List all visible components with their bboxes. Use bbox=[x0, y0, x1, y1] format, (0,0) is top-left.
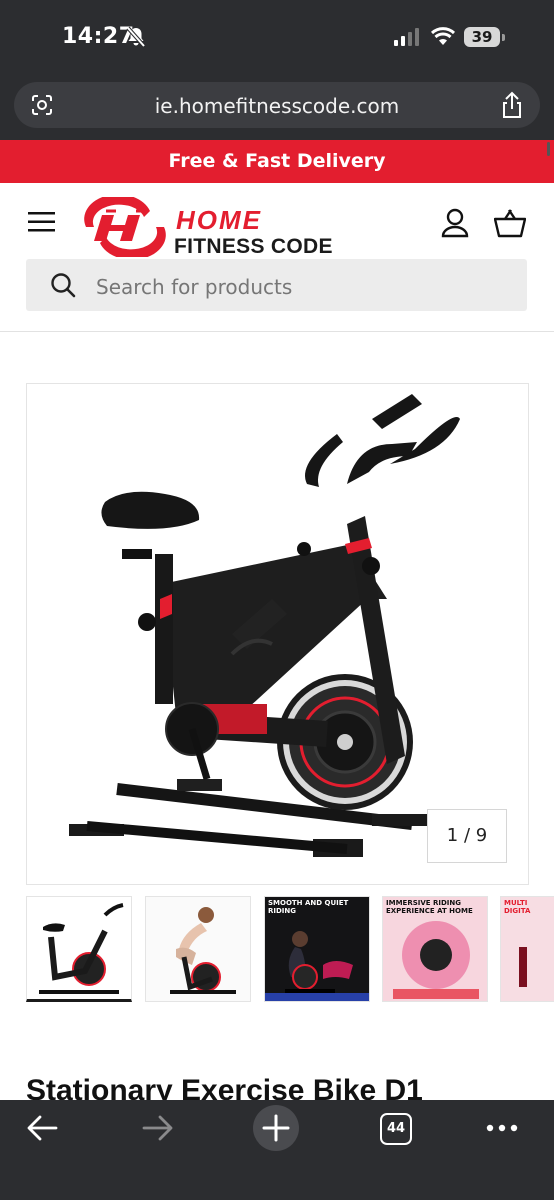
more-dots-icon[interactable] bbox=[486, 1124, 518, 1132]
hamburger-menu-icon[interactable] bbox=[28, 211, 56, 233]
thumbnail-1[interactable] bbox=[26, 896, 132, 1002]
site-logo[interactable]: HOME FITNESS CODE bbox=[80, 197, 350, 259]
logo-mark-icon bbox=[84, 197, 166, 257]
status-bar: 14:27 39 bbox=[0, 0, 554, 78]
bell-slash-icon bbox=[126, 26, 146, 48]
browser-toolbar: ie.homefitnesscode.com bbox=[0, 78, 554, 140]
image-counter: 1 / 9 bbox=[427, 809, 507, 863]
search-input[interactable]: Search for products bbox=[26, 259, 527, 311]
search-placeholder: Search for products bbox=[96, 275, 293, 299]
thumbnail-5[interactable]: MULTI DIGITA bbox=[500, 896, 554, 1002]
wifi-icon bbox=[430, 27, 456, 45]
url-text: ie.homefitnesscode.com bbox=[154, 94, 400, 118]
share-icon[interactable] bbox=[500, 91, 524, 119]
promo-banner: Free & Fast Delivery bbox=[0, 140, 554, 183]
back-arrow-icon[interactable] bbox=[26, 1114, 58, 1142]
logo-text-fitness-code: FITNESS CODE bbox=[174, 235, 333, 258]
account-icon[interactable] bbox=[440, 208, 470, 238]
thumbnail-2[interactable] bbox=[145, 896, 251, 1002]
logo-text-home: HOME bbox=[176, 205, 262, 235]
address-bar[interactable]: ie.homefitnesscode.com bbox=[14, 82, 540, 128]
tabs-button[interactable]: 44 bbox=[380, 1113, 412, 1145]
status-time: 14:27 bbox=[62, 24, 135, 49]
plus-icon bbox=[262, 1114, 290, 1142]
thumbnail-3[interactable]: SMOOTH AND QUIET RIDING bbox=[264, 896, 370, 1002]
battery-tip bbox=[502, 34, 505, 41]
cart-icon[interactable] bbox=[494, 208, 526, 238]
thumbnail-4[interactable]: IMMERSIVE RIDING EXPERIENCE AT HOME bbox=[382, 896, 488, 1002]
new-tab-button[interactable] bbox=[253, 1105, 299, 1151]
thumbnail-caption: IMMERSIVE RIDING EXPERIENCE AT HOME bbox=[386, 899, 473, 915]
thumbnail-strip[interactable]: SMOOTH AND QUIET RIDING IMMERSIVE RIDING… bbox=[26, 896, 554, 1006]
forward-arrow-icon[interactable] bbox=[142, 1114, 174, 1142]
thumbnail-caption: SMOOTH AND QUIET RIDING bbox=[268, 899, 349, 915]
battery-level: 39 bbox=[464, 27, 500, 47]
scrollbar[interactable] bbox=[547, 142, 550, 156]
signal-icon bbox=[394, 28, 419, 46]
browser-bottom-toolbar: 44 bbox=[0, 1100, 554, 1200]
site-header: HOME FITNESS CODE Search for products bbox=[0, 183, 554, 332]
thumbnail-bike-image bbox=[39, 903, 124, 994]
thumbnail-caption: MULTI DIGITA bbox=[504, 899, 531, 915]
thumbnail-rider-image bbox=[146, 897, 250, 1001]
search-icon[interactable] bbox=[50, 272, 76, 298]
